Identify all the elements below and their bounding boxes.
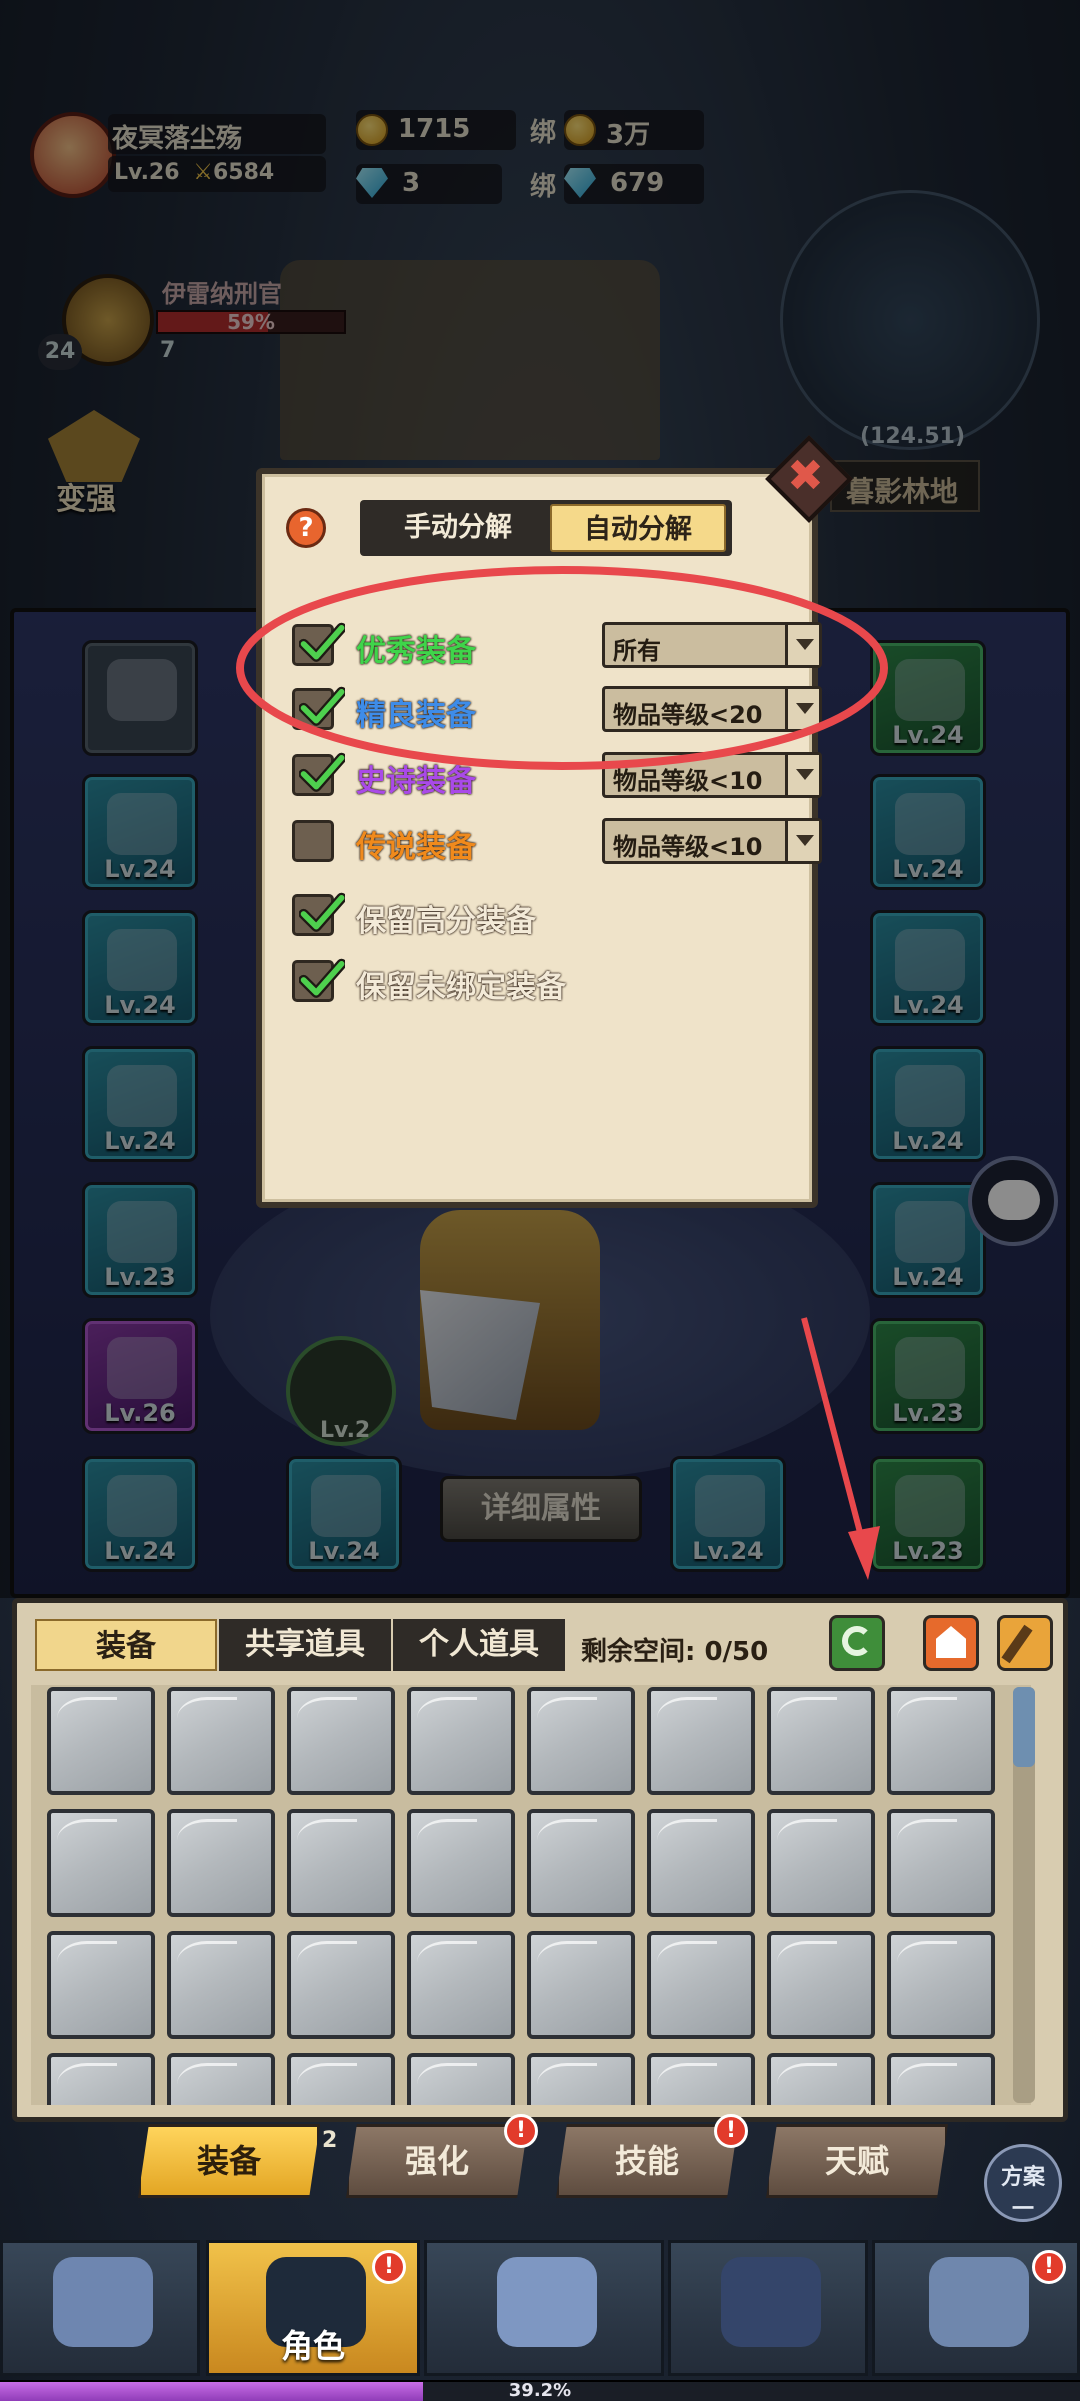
annotation-ellipse — [236, 566, 888, 770]
inventory-cell[interactable] — [167, 1809, 275, 1917]
annotation-arrow-head — [848, 1526, 880, 1580]
inventory-cell[interactable] — [407, 1687, 515, 1795]
annotation-arrow-line — [801, 1317, 865, 1541]
inventory-cell[interactable] — [407, 1931, 515, 2039]
inventory-cell[interactable] — [767, 2053, 875, 2105]
inventory-cell[interactable] — [287, 1931, 395, 2039]
notification-badge: ! — [372, 2250, 406, 2284]
inventory-cell[interactable] — [407, 2053, 515, 2105]
inventory-cell[interactable] — [527, 1809, 635, 1917]
inventory-cell[interactable] — [47, 1687, 155, 1795]
inv-tab-equipment[interactable]: 装备 — [35, 1619, 217, 1671]
inventory-scrollbar[interactable] — [1013, 1687, 1035, 2103]
inventory-cell[interactable] — [647, 1931, 755, 2039]
inventory-cell[interactable] — [767, 1687, 875, 1795]
inventory-cell[interactable] — [647, 2053, 755, 2105]
inventory-cell[interactable] — [647, 1687, 755, 1795]
inventory-cell[interactable] — [287, 2053, 395, 2105]
inventory-cell[interactable] — [887, 1687, 995, 1795]
broom-icon — [1001, 1624, 1033, 1664]
inventory-cell[interactable] — [527, 1931, 635, 2039]
inventory-panel: 装备 共享道具 个人道具 剩余空间: 0/50 — [12, 1598, 1068, 2122]
inventory-cell[interactable] — [887, 1931, 995, 2039]
exp-bar: 39.2% — [0, 2380, 1080, 2401]
inventory-cell[interactable] — [47, 1931, 155, 2039]
nav-label: 角色 — [280, 2327, 345, 2365]
plan-button-label: 方案 — [1000, 2165, 1045, 2190]
notification-badge: ! — [1032, 2250, 1066, 2284]
inventory-space: 剩余空间: 0/50 — [581, 1637, 769, 1667]
rock-icon — [53, 2257, 153, 2347]
inventory-cell[interactable] — [887, 1809, 995, 1917]
nav-button-2[interactable] — [424, 2240, 664, 2376]
inventory-cell[interactable] — [167, 2053, 275, 2105]
plan-button-index: 一 — [1011, 2197, 1034, 2222]
subtab-3[interactable]: 天赋 — [766, 2124, 948, 2198]
inventory-cell[interactable] — [167, 1931, 275, 2039]
inventory-cell[interactable] — [287, 1687, 395, 1795]
inventory-cell[interactable] — [527, 2053, 635, 2105]
inventory-cell[interactable] — [887, 2053, 995, 2105]
inv-tab-personal-items[interactable]: 个人道具 — [393, 1619, 565, 1671]
subtab-2[interactable]: 技能 — [556, 2124, 738, 2198]
scrollbar-thumb[interactable] — [1013, 1687, 1035, 1767]
game-screen: (124.51) 夜冥落尘殇 Lv.26 ⚔6584 1715 绑 3万 3 绑… — [0, 0, 1080, 2401]
nav-button-0[interactable] — [0, 2240, 200, 2376]
warehouse-icon — [936, 1626, 966, 1658]
subtab-0[interactable]: 装备 — [138, 2124, 320, 2198]
plan-button[interactable]: 方案 一 — [984, 2144, 1062, 2222]
inventory-cell[interactable] — [47, 1809, 155, 1917]
tab-fragment: 2 — [322, 2128, 338, 2153]
inventory-cell[interactable] — [407, 1809, 515, 1917]
notification-badge: ! — [714, 2114, 748, 2148]
inventory-grid — [31, 1685, 1031, 2105]
inventory-cell[interactable] — [167, 1687, 275, 1795]
exp-percent: 39.2% — [508, 2380, 572, 2401]
castle-icon — [929, 2257, 1029, 2347]
warehouse-button[interactable] — [923, 1615, 979, 1671]
inv-tab-shared-items[interactable]: 共享道具 — [219, 1619, 391, 1671]
subtab-1[interactable]: 强化 — [346, 2124, 528, 2198]
inventory-cell[interactable] — [647, 1809, 755, 1917]
inventory-cell[interactable] — [527, 1687, 635, 1795]
inventory-cell[interactable] — [287, 1809, 395, 1917]
battle-icon — [497, 2257, 597, 2347]
inventory-cell[interactable] — [767, 1931, 875, 2039]
inventory-cell[interactable] — [47, 2053, 155, 2105]
recycle-button[interactable] — [829, 1615, 885, 1671]
inventory-cell[interactable] — [767, 1809, 875, 1917]
notification-badge: ! — [504, 2114, 538, 2148]
gate-icon — [721, 2257, 821, 2347]
recycle-icon — [842, 1626, 872, 1656]
sort-button[interactable] — [997, 1615, 1053, 1671]
nav-button-3[interactable] — [668, 2240, 868, 2376]
